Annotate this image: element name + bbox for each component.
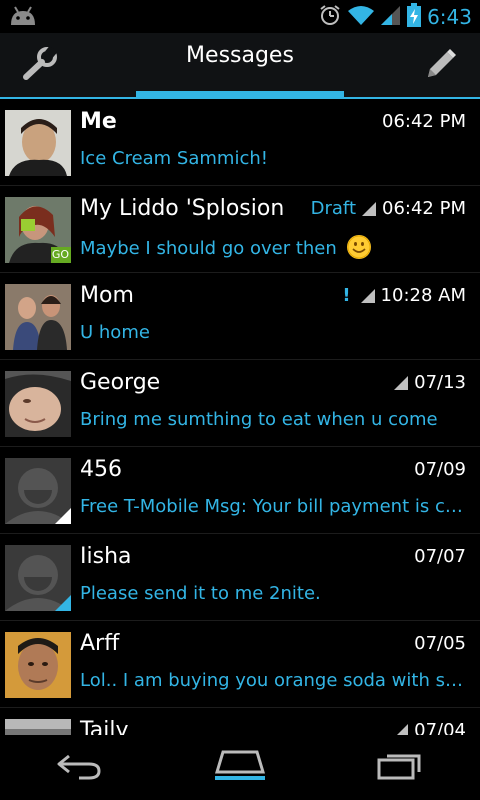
contact-name: George — [80, 370, 161, 395]
message-snippet: Please send it to me 2nite. — [80, 583, 321, 604]
draft-label: Draft — [310, 198, 357, 219]
conversation-row[interactable]: GO My Liddo 'Splosion Draft 06:42 PM May… — [0, 186, 480, 273]
conversation-row[interactable]: Arff 07/05 Lol.. I am buying you orange … — [0, 621, 480, 708]
message-time: 07/07 — [414, 546, 466, 567]
alert-indicator: ! — [342, 285, 351, 306]
contact-avatar[interactable] — [5, 632, 71, 698]
signal-icon — [381, 4, 401, 30]
message-snippet: Lol.. I am buying you orange soda with s… — [80, 670, 465, 691]
contact-name: Iisha — [80, 544, 132, 569]
status-bar: 6:43 — [0, 0, 480, 33]
contact-avatar[interactable] — [5, 284, 71, 350]
conversation-row[interactable]: Me 06:42 PM Ice Cream Sammich! — [0, 99, 480, 186]
avatar-badge: GO — [51, 248, 69, 261]
home-icon — [213, 748, 267, 786]
message-meta: Draft 06:42 PM — [311, 198, 466, 219]
conversation-row[interactable]: Iisha 07/07 Please send it to me 2nite. — [0, 534, 480, 621]
navigation-bar — [0, 735, 480, 800]
message-snippet: Free T-Mobile Msg: Your bill payment is … — [80, 496, 465, 517]
contact-avatar-placeholder[interactable] — [5, 458, 71, 524]
message-snippet-text: Maybe I should go over then — [80, 238, 337, 259]
message-snippet: Bring me sumthing to eat when u come — [80, 409, 438, 430]
selected-tab-indicator — [136, 91, 344, 99]
conversation-row[interactable]: Mom ! 10:28 AM U home — [0, 273, 480, 360]
sent-indicator-icon — [394, 375, 409, 390]
conversation-row[interactable]: Taily 07/04 — [0, 708, 480, 735]
contact-avatar[interactable] — [5, 371, 71, 437]
page-title: Messages — [186, 43, 294, 68]
message-meta: 07/07 — [414, 546, 466, 567]
contact-avatar[interactable] — [5, 110, 71, 176]
android-icon — [8, 5, 38, 31]
message-snippet: Ice Cream Sammich! — [80, 148, 268, 169]
battery-charging-icon — [407, 3, 422, 31]
contact-name: 456 — [80, 457, 122, 482]
sent-indicator-icon — [394, 723, 409, 735]
compose-pencil-icon — [420, 45, 460, 89]
message-time: 06:42 PM — [382, 111, 466, 132]
back-button[interactable] — [40, 745, 120, 789]
contact-name: Taily — [80, 718, 129, 735]
message-snippet: Maybe I should go over then — [80, 235, 465, 259]
message-meta: 07/04 — [394, 720, 466, 735]
contact-avatar[interactable] — [5, 719, 71, 735]
message-time: 10:28 AM — [380, 285, 466, 306]
recent-apps-icon — [375, 750, 425, 784]
contact-name: Arff — [80, 631, 120, 656]
message-snippet: U home — [80, 322, 150, 343]
alarm-icon — [319, 4, 341, 30]
message-meta: 07/13 — [394, 372, 466, 393]
message-meta: 06:42 PM — [382, 111, 466, 132]
message-time: 07/04 — [414, 720, 466, 735]
smiley-emoji-icon — [346, 235, 371, 259]
message-time: 07/05 — [414, 633, 466, 654]
contact-avatar-placeholder[interactable] — [5, 545, 71, 611]
compose-button[interactable] — [418, 47, 462, 87]
contact-name: Me — [80, 109, 117, 134]
contact-name: Mom — [80, 283, 134, 308]
conversation-list[interactable]: Me 06:42 PM Ice Cream Sammich! GO My Lid… — [0, 99, 480, 735]
sent-indicator-icon — [360, 288, 375, 303]
message-time: 07/09 — [414, 459, 466, 480]
wifi-icon — [347, 4, 375, 30]
conversation-row[interactable]: 456 07/09 Free T-Mobile Msg: Your bill p… — [0, 447, 480, 534]
message-meta: 07/09 — [414, 459, 466, 480]
contact-avatar[interactable]: GO — [5, 197, 71, 263]
message-time: 07/13 — [414, 372, 466, 393]
conversation-row[interactable]: George 07/13 Bring me sumthing to eat wh… — [0, 360, 480, 447]
message-meta: 07/05 — [414, 633, 466, 654]
home-button[interactable] — [200, 745, 280, 789]
status-time: 6:43 — [427, 5, 472, 29]
contact-name: My Liddo 'Splosion — [80, 196, 285, 221]
message-meta: ! 10:28 AM — [342, 285, 466, 306]
message-time: 06:42 PM — [382, 198, 466, 219]
action-bar: Messages — [0, 33, 480, 97]
recent-apps-button[interactable] — [360, 745, 440, 789]
back-icon — [55, 750, 105, 784]
sent-indicator-icon — [362, 201, 377, 216]
